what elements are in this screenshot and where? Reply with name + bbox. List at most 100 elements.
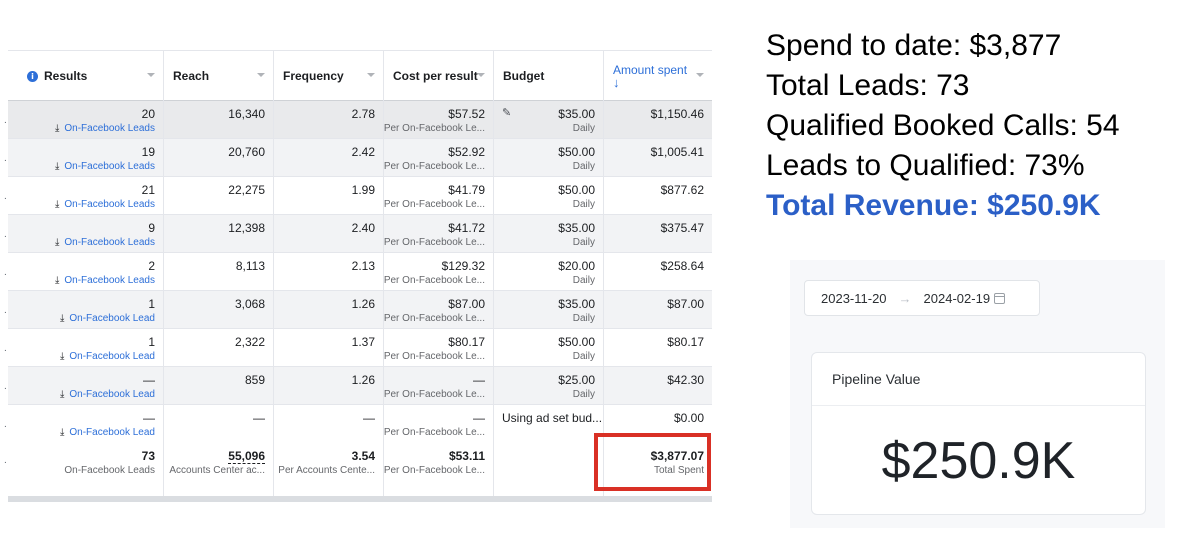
- date-range-picker[interactable]: 2023-11-20 → 2024-02-19: [804, 280, 1040, 316]
- header-cost-per-result[interactable]: Cost per result: [384, 51, 494, 101]
- total-cost-sub: Per On-Facebook Le...: [383, 465, 485, 476]
- total-frequency-cell: 3.54 Per Accounts Cente...: [274, 441, 384, 496]
- lead-form-label[interactable]: On-Facebook Leads: [64, 237, 155, 248]
- lead-form-label[interactable]: On-Facebook Leads: [64, 161, 155, 172]
- header-budget[interactable]: Budget: [494, 51, 604, 101]
- reach-value: 3,068: [234, 297, 265, 311]
- reach-value: 8,113: [235, 259, 265, 273]
- chevron-down-icon[interactable]: [147, 73, 155, 77]
- table-row[interactable]: . 19 ⤓ On-Facebook Leads 20,760 2.42 $52.92 Per…: [4, 139, 712, 177]
- header-cost-label: Cost per result: [393, 69, 478, 83]
- budget-value[interactable]: $35.00: [558, 107, 595, 121]
- results-cell: 21 ⤓ On-Facebook Leads: [18, 177, 164, 214]
- lead-form-label[interactable]: On-Facebook Leads: [64, 199, 155, 210]
- total-frequency: 3.54: [351, 449, 375, 463]
- download-icon[interactable]: ⤓: [55, 161, 59, 172]
- lead-form-link[interactable]: ⤓ On-Facebook Leads: [55, 161, 155, 172]
- edit-pencil-icon[interactable]: ✎: [502, 106, 511, 119]
- lead-form-link[interactable]: ⤓ On-Facebook Leads: [55, 199, 155, 210]
- budget-value[interactable]: $50.00: [558, 335, 595, 349]
- calendar-icon[interactable]: [994, 292, 1006, 304]
- reach-cell: 12,398: [164, 215, 274, 252]
- lead-form-label[interactable]: On-Facebook Lead: [69, 389, 155, 400]
- download-icon[interactable]: ⤓: [55, 237, 59, 248]
- results-value: 2: [148, 259, 155, 273]
- total-reach-sub: Accounts Center ac...: [169, 465, 265, 476]
- table-row[interactable]: . 20 ⤓ On-Facebook Leads 16,340 2.78 $57.52 Per…: [4, 101, 712, 139]
- results-value: —: [143, 373, 155, 387]
- spent-cell: $1,150.46: [604, 101, 712, 138]
- reach-cell: 22,275: [164, 177, 274, 214]
- date-start[interactable]: 2023-11-20: [821, 291, 887, 306]
- table-row[interactable]: . 21 ⤓ On-Facebook Leads 22,275 1.99 $41.79 Per…: [4, 177, 712, 215]
- cost-value: $87.00: [448, 297, 485, 311]
- download-icon[interactable]: ⤓: [55, 275, 59, 286]
- total-frequency-sub: Per Accounts Cente...: [278, 465, 375, 476]
- leads-to-qualified: Leads to Qualified: 73%: [766, 149, 1085, 182]
- download-icon[interactable]: ⤓: [60, 427, 64, 438]
- lead-form-link[interactable]: ⤓ On-Facebook Leads: [55, 123, 155, 134]
- download-icon[interactable]: ⤓: [60, 389, 64, 400]
- amount-spent-value: $80.17: [667, 335, 704, 349]
- total-reach-cell: 55,096 Accounts Center ac...: [164, 441, 274, 496]
- lead-form-label[interactable]: On-Facebook Lead: [69, 427, 155, 438]
- header-amount-spent[interactable]: Amount spent ↓: [604, 51, 712, 101]
- header-frequency[interactable]: Frequency: [274, 51, 384, 101]
- row-marker: .: [4, 305, 7, 316]
- download-icon[interactable]: ⤓: [55, 123, 59, 134]
- card-divider: [812, 405, 1145, 406]
- budget-value[interactable]: $35.00: [558, 297, 595, 311]
- total-results-sub: On-Facebook Leads: [64, 465, 155, 476]
- lead-form-link[interactable]: ⤓ On-Facebook Lead: [60, 313, 155, 324]
- lead-form-link[interactable]: ⤓ On-Facebook Leads: [55, 275, 155, 286]
- lead-form-label[interactable]: On-Facebook Leads: [64, 123, 155, 134]
- download-icon[interactable]: ⤓: [60, 313, 64, 324]
- row-marker: .: [4, 115, 7, 126]
- budget-value[interactable]: $25.00: [558, 373, 595, 387]
- header-reach-label: Reach: [173, 69, 210, 83]
- lead-form-link[interactable]: ⤓ On-Facebook Lead: [60, 351, 155, 362]
- budget-sub: Daily: [572, 199, 595, 210]
- header-reach[interactable]: Reach: [164, 51, 274, 101]
- download-icon[interactable]: ⤓: [55, 199, 59, 210]
- lead-form-label[interactable]: On-Facebook Leads: [64, 275, 155, 286]
- lead-form-link[interactable]: ⤓ On-Facebook Lead: [60, 427, 155, 438]
- budget-cell: ✎ $35.00 Daily: [494, 101, 604, 138]
- total-reach[interactable]: 55,096: [228, 449, 265, 464]
- chevron-down-icon[interactable]: [257, 73, 265, 77]
- table-row[interactable]: . 2 ⤓ On-Facebook Leads 8,113 2.13 $129.32 Per …: [4, 253, 712, 291]
- lead-form-link[interactable]: ⤓ On-Facebook Leads: [55, 237, 155, 248]
- budget-value[interactable]: $35.00: [558, 221, 595, 235]
- budget-value[interactable]: $20.00: [558, 259, 595, 273]
- cost-value: $52.92: [448, 145, 485, 159]
- total-cost: $53.11: [448, 449, 485, 463]
- table-row[interactable]: . — ⤓ On-Facebook Lead 859 1.26 — Per On-Facebo…: [4, 367, 712, 405]
- cost-cell: $52.92 Per On-Facebook Le...: [384, 139, 494, 176]
- spent-cell: $87.00: [604, 291, 712, 328]
- info-icon[interactable]: i: [27, 70, 38, 82]
- header-results[interactable]: i Results: [18, 51, 164, 101]
- lead-form-label[interactable]: On-Facebook Lead: [69, 351, 155, 362]
- chevron-down-icon[interactable]: [367, 73, 375, 77]
- budget-value[interactable]: $50.00: [558, 183, 595, 197]
- lead-form-label[interactable]: On-Facebook Lead: [69, 313, 155, 324]
- spent-cell: $258.64: [604, 253, 712, 290]
- results-cell: — ⤓ On-Facebook Lead: [18, 405, 164, 442]
- chevron-down-icon[interactable]: [696, 73, 704, 77]
- download-icon[interactable]: ⤓: [60, 351, 64, 362]
- table-row[interactable]: . 1 ⤓ On-Facebook Lead 2,322 1.37 $80.17 Per On…: [4, 329, 712, 367]
- date-end[interactable]: 2024-02-19: [924, 291, 991, 306]
- amount-spent-value: $87.00: [667, 297, 704, 311]
- table-row[interactable]: . 1 ⤓ On-Facebook Lead 3,068 1.26 $87.00 Per On…: [4, 291, 712, 329]
- table-row[interactable]: . 9 ⤓ On-Facebook Leads 12,398 2.40 $41.72 Per …: [4, 215, 712, 253]
- results-cell: 19 ⤓ On-Facebook Leads: [18, 139, 164, 176]
- lead-form-link[interactable]: ⤓ On-Facebook Lead: [60, 389, 155, 400]
- budget-cell: $35.00 Daily: [494, 215, 604, 252]
- results-value: —: [143, 411, 155, 425]
- chevron-down-icon[interactable]: [477, 73, 485, 77]
- sort-down-arrow-icon[interactable]: ↓: [613, 76, 620, 89]
- budget-value[interactable]: $50.00: [558, 145, 595, 159]
- total-budget-cell: [494, 441, 604, 496]
- amount-spent-value: $1,150.46: [650, 107, 704, 121]
- frequency-value: 1.26: [351, 373, 375, 387]
